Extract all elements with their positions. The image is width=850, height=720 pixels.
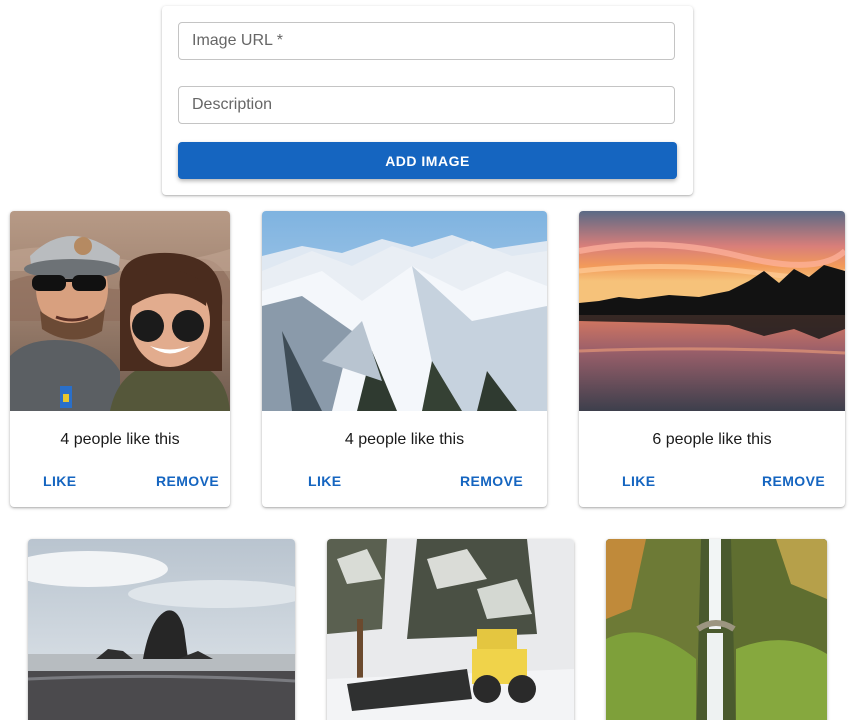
image-url-field[interactable]: [178, 22, 675, 60]
couple-selfie-photo: [10, 211, 230, 411]
sunset-lake-photo: [579, 211, 845, 411]
image-card: [606, 539, 827, 720]
description-field[interactable]: [178, 86, 675, 124]
add-image-form: ADD IMAGE: [162, 6, 693, 195]
image-card: [28, 539, 295, 720]
remove-button[interactable]: REMOVE: [762, 473, 825, 489]
haystack-rock-photo: [28, 539, 295, 720]
like-button[interactable]: LIKE: [622, 473, 656, 489]
like-button[interactable]: LIKE: [308, 473, 342, 489]
image-card: [327, 539, 574, 720]
likes-count: 4 people like this: [60, 431, 180, 448]
snowplow-photo: [327, 539, 574, 720]
description-input[interactable]: [179, 87, 674, 123]
snowy-mountains-photo: [262, 211, 547, 411]
image-card: 6 people like this LIKE REMOVE: [579, 211, 845, 507]
page: ADD IMAGE: [0, 0, 850, 720]
likes-count: 4 people like this: [344, 431, 465, 448]
remove-button[interactable]: REMOVE: [156, 473, 219, 489]
image-card: 4 people like this LIKE REMOVE: [10, 211, 230, 507]
likes-count: 6 people like this: [652, 431, 772, 448]
add-image-button[interactable]: ADD IMAGE: [178, 142, 677, 179]
like-button[interactable]: LIKE: [43, 473, 77, 489]
image-card: 4 people like this LIKE REMOVE: [262, 211, 547, 507]
image-url-input[interactable]: [179, 23, 674, 59]
remove-button[interactable]: REMOVE: [460, 473, 523, 489]
waterfall-photo: [606, 539, 827, 720]
